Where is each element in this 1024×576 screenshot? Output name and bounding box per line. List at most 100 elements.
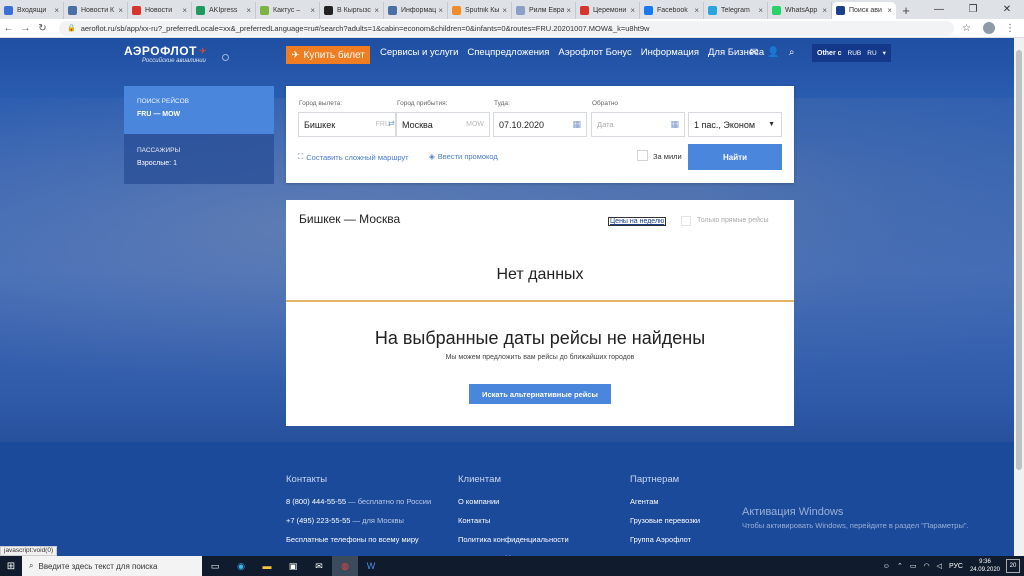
- tab-close-icon[interactable]: ×: [887, 6, 892, 15]
- browser-tab[interactable]: Информац ×: [384, 2, 448, 19]
- footer-link[interactable]: Контакты: [458, 516, 569, 525]
- browser-tab[interactable]: В Кыргызс ×: [320, 2, 384, 19]
- browser-tab[interactable]: Кактус – ×: [256, 2, 320, 19]
- reload-icon[interactable]: ↻: [34, 23, 51, 34]
- miles-checkbox[interactable]: [637, 150, 648, 161]
- partners-title: Партнерам: [630, 474, 680, 485]
- footer-link[interactable]: Политика конфиденциальности: [458, 535, 569, 544]
- browser-tab[interactable]: Facebook ×: [640, 2, 704, 19]
- taskbar-language[interactable]: РУС: [949, 563, 963, 570]
- profile-avatar[interactable]: [982, 22, 995, 34]
- file-explorer-icon[interactable]: ▬: [254, 556, 280, 576]
- footer-link[interactable]: Группа Аэрофлот: [630, 535, 735, 544]
- tab-close-icon[interactable]: ×: [246, 6, 251, 15]
- week-prices-link[interactable]: Цены на неделю: [608, 217, 667, 226]
- notification-center-icon[interactable]: 20: [1006, 559, 1020, 573]
- tab-close-icon[interactable]: ×: [438, 6, 443, 15]
- windows-start-icon[interactable]: ⊞: [0, 561, 22, 572]
- departure-date-input[interactable]: 07.10.2020 ▦: [493, 112, 587, 137]
- footer-contact-item[interactable]: +7 (495) 223-55-55 — для Москвы: [286, 516, 431, 525]
- network-icon[interactable]: ◠: [923, 562, 929, 570]
- tab-close-icon[interactable]: ×: [758, 6, 763, 15]
- taskbar-search-input[interactable]: ⌕ Введите здесь текст для поиска: [22, 556, 202, 576]
- edge-icon[interactable]: ◉: [228, 556, 254, 576]
- taskbar-clock[interactable]: 9:36 24.09.2020: [970, 558, 1000, 574]
- tab-close-icon[interactable]: ×: [566, 6, 571, 15]
- find-button[interactable]: Найти: [688, 144, 782, 170]
- tab-close-icon[interactable]: ×: [310, 6, 315, 15]
- tray-chevron-icon[interactable]: ⌃: [897, 562, 903, 570]
- top-nav-item[interactable]: Сервисы и услуги: [380, 47, 458, 58]
- tab-close-icon[interactable]: ×: [182, 6, 187, 15]
- browser-tab[interactable]: Новости ×: [128, 2, 192, 19]
- left-panel-search[interactable]: ПОИСК РЕЙСОВ FRU — MOW: [124, 86, 274, 134]
- complex-route-link[interactable]: ⛶ Составить сложный маршрут: [298, 152, 409, 162]
- left-panel-passengers[interactable]: ПАССАЖИРЫ Взрослые: 1: [124, 134, 274, 184]
- browser-tab[interactable]: AKIpress ×: [192, 2, 256, 19]
- route-summary: FRU — MOW: [137, 111, 181, 118]
- mail-icon[interactable]: ✉: [750, 47, 758, 58]
- word-icon[interactable]: W: [358, 556, 384, 576]
- maximize-icon[interactable]: ❐: [956, 0, 990, 19]
- task-view-icon[interactable]: ▭: [202, 556, 228, 576]
- browser-tab[interactable]: Telegram ×: [704, 2, 768, 19]
- mail-icon[interactable]: ✉: [306, 556, 332, 576]
- browser-tab[interactable]: Поиск ави ×: [832, 2, 896, 19]
- tab-close-icon[interactable]: ×: [118, 6, 123, 15]
- tab-close-icon[interactable]: ×: [822, 6, 827, 15]
- forward-icon[interactable]: →: [17, 23, 34, 34]
- footer-link[interactable]: Агентам: [630, 497, 735, 506]
- buy-ticket-button[interactable]: ✈ Купить билет: [286, 46, 370, 64]
- alternative-flights-button[interactable]: Искать альтернативные рейсы: [469, 384, 611, 404]
- url-input[interactable]: 🔒 aeroflot.ru/sb/app/xx-ru?_preferredLoc…: [59, 20, 954, 36]
- browser-tab[interactable]: Рилм Евра ×: [512, 2, 576, 19]
- swap-icon[interactable]: ⇄: [388, 119, 395, 128]
- to-input[interactable]: Москва MOW: [396, 112, 490, 137]
- tab-label: WhatsApp: [785, 7, 818, 14]
- browser-menu-icon[interactable]: ⋮: [1005, 23, 1015, 34]
- direct-only-checkbox[interactable]: [681, 216, 691, 226]
- return-date-input[interactable]: Дата ▦: [591, 112, 685, 137]
- tab-close-icon[interactable]: ×: [54, 6, 59, 15]
- top-nav-item[interactable]: Спецпредложения: [467, 47, 549, 58]
- close-icon[interactable]: ✕: [990, 0, 1024, 19]
- tab-close-icon[interactable]: ×: [374, 6, 379, 15]
- store-icon[interactable]: ▣: [280, 556, 306, 576]
- passengers-select[interactable]: 1 пас., Эконом ▼: [688, 112, 782, 137]
- search-icon[interactable]: ⌕: [789, 47, 795, 58]
- top-nav-item[interactable]: Аэрофлот Бонус: [558, 47, 631, 58]
- chrome-icon[interactable]: ◍: [332, 556, 358, 576]
- from-input[interactable]: Бишкек FRU: [298, 112, 396, 137]
- user-icon[interactable]: 👤: [767, 47, 779, 58]
- aeroflot-logo[interactable]: АЭРОФЛОТ ✈ Российские авиалинии: [124, 44, 234, 72]
- back-icon[interactable]: ←: [0, 23, 17, 34]
- bookmark-star-icon[interactable]: ☆: [962, 23, 971, 34]
- footer-link[interactable]: О компании: [458, 497, 569, 506]
- volume-icon[interactable]: ◁: [937, 562, 942, 570]
- status-bar: javascript:void(0): [0, 546, 58, 556]
- browser-tab[interactable]: Sputnik Кы ×: [448, 2, 512, 19]
- promo-link[interactable]: ◈ Ввести промокод: [429, 152, 498, 161]
- footer-link[interactable]: Грузовые перевозки: [630, 516, 735, 525]
- people-icon[interactable]: ☺: [883, 563, 890, 570]
- new-tab-icon[interactable]: +: [896, 2, 916, 19]
- browser-tab[interactable]: Церемони ×: [576, 2, 640, 19]
- tab-close-icon[interactable]: ×: [502, 6, 507, 15]
- tab-close-icon[interactable]: ×: [694, 6, 699, 15]
- locale-selector[interactable]: Other c RUB RU ▾: [812, 44, 891, 62]
- page-scrollbar[interactable]: [1014, 38, 1024, 556]
- tab-label: В Кыргызс: [337, 7, 371, 14]
- browser-tab[interactable]: Входящи ×: [0, 2, 64, 19]
- top-nav-item[interactable]: Информация: [641, 47, 699, 58]
- tab-label: Telegram: [721, 7, 750, 14]
- minimize-icon[interactable]: —: [922, 0, 956, 19]
- footer-contact-item[interactable]: 8 (800) 444-55-55 — бесплатно по России: [286, 497, 431, 506]
- battery-icon[interactable]: ▭: [910, 562, 917, 570]
- tab-close-icon[interactable]: ×: [630, 6, 635, 15]
- browser-tab[interactable]: WhatsApp ×: [768, 2, 832, 19]
- tab-favicon-icon: [68, 6, 77, 15]
- scrollbar-thumb[interactable]: [1016, 50, 1022, 470]
- complex-route-label: Составить сложный маршрут: [306, 152, 409, 162]
- browser-tab[interactable]: Новости К ×: [64, 2, 128, 19]
- footer-contact-item[interactable]: Бесплатные телефоны по всему миру: [286, 535, 431, 544]
